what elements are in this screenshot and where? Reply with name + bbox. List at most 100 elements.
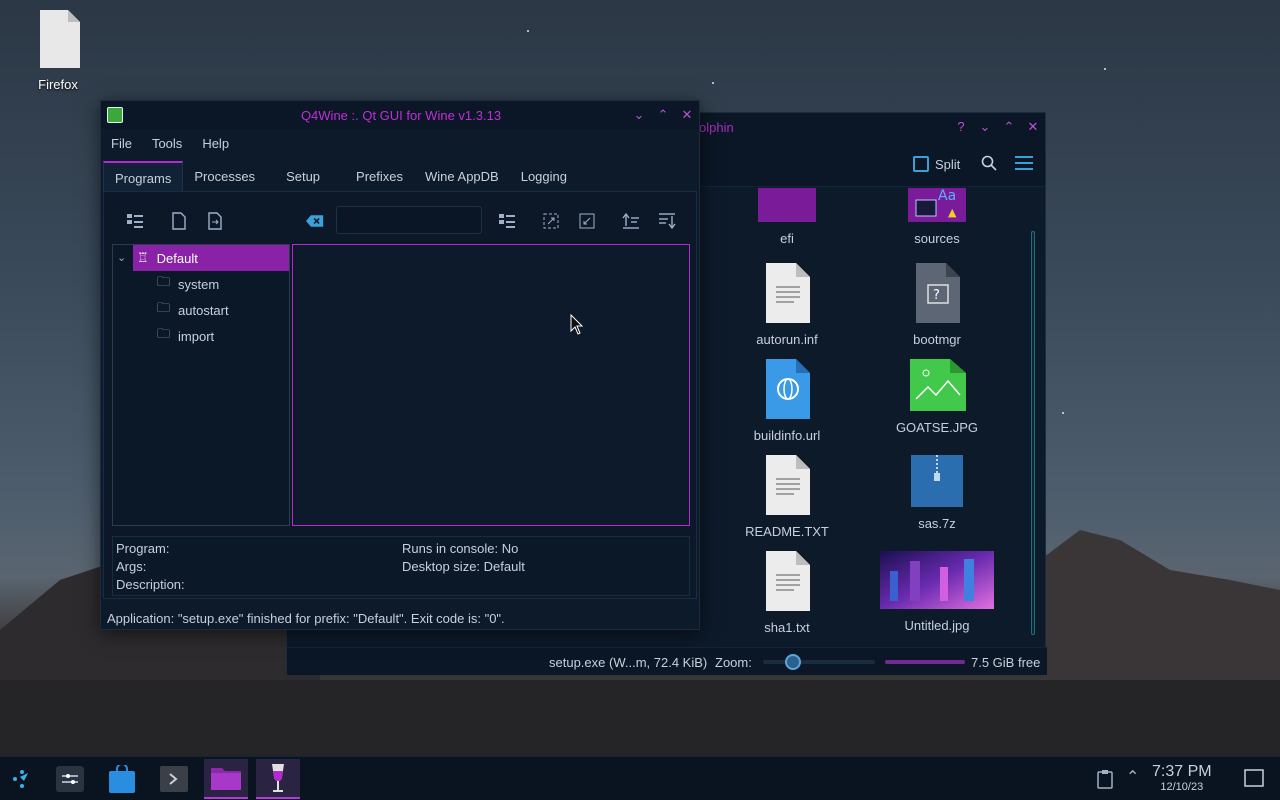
url-file-icon	[766, 359, 810, 419]
dolphin-task-button[interactable]	[204, 759, 248, 799]
new-document-icon[interactable]	[170, 212, 188, 230]
programs-pane: ⌄ ♖ Default 🗀 system 🗀 autostart 🗀 impor…	[103, 191, 697, 599]
file-item[interactable]: autorun.inf	[727, 263, 847, 347]
split-label: Split	[935, 156, 961, 172]
svg-text:?: ?	[933, 288, 940, 303]
folder-icon: 🗀	[157, 274, 171, 289]
tree-item-autostart[interactable]: 🗀 autostart	[157, 297, 229, 323]
archive-file-icon	[911, 455, 963, 507]
close-button[interactable]: ✕	[1025, 119, 1041, 135]
system-settings-button[interactable]	[48, 759, 92, 799]
chevron-up-icon[interactable]: ⌃	[1126, 767, 1139, 787]
tree-item-import[interactable]: 🗀 import	[157, 323, 214, 349]
desktop-icon-firefox[interactable]: Firefox	[28, 10, 88, 92]
tree-label: autostart	[178, 302, 229, 318]
prefix-tree[interactable]: ⌄ ♖ Default 🗀 system 🗀 autostart 🗀 impor…	[112, 244, 290, 526]
minimize-button[interactable]: ⌄	[977, 119, 993, 135]
zoom-label: Zoom:	[715, 655, 752, 670]
tab-processes[interactable]: Processes	[183, 161, 266, 191]
menu-tools[interactable]: Tools	[142, 131, 192, 157]
tree-label: import	[178, 328, 215, 344]
folder-icon	[211, 768, 241, 790]
menu-file[interactable]: File	[101, 131, 142, 157]
clipboard-icon[interactable]	[1096, 769, 1114, 789]
shopping-bag-icon	[109, 765, 135, 793]
q4wine-window[interactable]: Q4Wine :. Qt GUI for Wine v1.3.13 ⌄ ⌃ ✕ …	[100, 100, 700, 630]
clear-filter-icon[interactable]	[306, 212, 324, 230]
help-icon[interactable]: ?	[953, 119, 969, 135]
file-item[interactable]: Aa ▲ sources	[877, 188, 997, 246]
tab-prefixes[interactable]: Prefixes	[340, 161, 414, 191]
file-label: bootmgr	[913, 332, 961, 347]
dolphin-statusbar: setup.exe (W...m, 72.4 KiB) Zoom: 7.5 Gi…	[287, 647, 1047, 675]
close-button[interactable]: ✕	[679, 107, 695, 123]
sort-descending-icon[interactable]	[658, 212, 676, 230]
file-item[interactable]: buildinfo.url	[727, 359, 847, 443]
zoom-in-icon[interactable]	[542, 212, 560, 230]
menu-help[interactable]: Help	[192, 131, 239, 157]
app-launcher-button[interactable]	[0, 759, 44, 799]
file-item[interactable]: Untitled.jpg	[867, 551, 1007, 633]
launcher-icon	[13, 770, 28, 788]
clock[interactable]: 7:37 PM 12/10/23	[1152, 763, 1212, 793]
discover-store-button[interactable]	[100, 759, 144, 799]
maximize-button[interactable]: ⌃	[1001, 119, 1017, 135]
free-space-label: 7.5 GiB free	[971, 655, 1041, 670]
file-label: efi	[780, 231, 794, 246]
file-item[interactable]: ? bootmgr	[877, 263, 997, 347]
file-label: GOATSE.JPG	[895, 420, 979, 435]
tab-wine-appdb[interactable]: Wine AppDB	[414, 161, 510, 191]
minimize-button[interactable]: ⌄	[631, 107, 647, 123]
file-label: README.TXT	[745, 524, 829, 539]
filter-input[interactable]	[336, 206, 482, 234]
show-desktop-icon[interactable]	[1244, 769, 1264, 789]
free-space-fill	[885, 660, 965, 664]
file-item[interactable]: sas.7z	[877, 455, 997, 531]
chevron-down-icon[interactable]: ⌄	[117, 251, 126, 264]
folder-icon: 🗀	[157, 326, 171, 341]
description-label: Description:	[116, 577, 185, 592]
zoom-out-icon[interactable]	[578, 212, 596, 230]
hamburger-menu-icon[interactable]	[1015, 156, 1033, 170]
file-item[interactable]: GOATSE.JPG	[877, 359, 997, 435]
image-file-icon	[910, 359, 966, 411]
file-item[interactable]: README.TXT	[727, 455, 847, 539]
split-button[interactable]: Split	[913, 153, 960, 175]
svg-text:Aa: Aa	[938, 188, 956, 204]
list-view-icon[interactable]	[498, 212, 516, 230]
file-label: autorun.inf	[756, 332, 818, 347]
tab-logging[interactable]: Logging	[510, 161, 578, 191]
file-item[interactable]: efi	[727, 188, 847, 246]
folder-icon	[758, 188, 816, 222]
search-icon[interactable]	[981, 155, 997, 171]
zoom-slider-handle[interactable]	[785, 654, 801, 670]
terminal-button[interactable]	[152, 759, 196, 799]
tab-setup[interactable]: Setup	[266, 161, 340, 191]
q4wine-task-button[interactable]	[256, 759, 300, 799]
taskbar: ⌃ 7:37 PM 12/10/23	[0, 756, 1280, 800]
text-file-icon	[766, 551, 810, 611]
unknown-file-icon: ?	[916, 263, 960, 323]
folder-icon: Aa ▲	[908, 188, 966, 222]
maximize-button[interactable]: ⌃	[655, 107, 671, 123]
export-document-icon[interactable]	[206, 212, 224, 230]
zoom-slider[interactable]	[763, 660, 875, 664]
menubar: File Tools Help	[101, 131, 239, 157]
sort-ascending-icon[interactable]	[622, 212, 640, 230]
tree-item-default[interactable]: ♖ Default	[133, 245, 289, 271]
program-list[interactable]	[292, 244, 690, 526]
image-thumbnail	[880, 551, 994, 609]
tree-view-icon[interactable]	[126, 212, 144, 230]
tree-item-system[interactable]: 🗀 system	[157, 271, 219, 297]
program-info-panel: Program: Args: Description: Runs in cons…	[112, 536, 690, 596]
star	[527, 30, 529, 32]
scrollbar-thumb[interactable]	[1031, 231, 1035, 635]
status-message: Application: "setup.exe" finished for pr…	[107, 611, 505, 626]
selection-info: setup.exe (W...m, 72.4 KiB)	[549, 655, 708, 670]
q4wine-titlebar[interactable]: Q4Wine :. Qt GUI for Wine v1.3.13 ⌄ ⌃ ✕	[101, 101, 699, 129]
clock-time: 7:37 PM	[1152, 763, 1212, 780]
file-label: sha1.txt	[764, 620, 810, 635]
file-item[interactable]: sha1.txt	[727, 551, 847, 635]
mouse-cursor	[570, 314, 584, 335]
tab-programs[interactable]: Programs	[103, 161, 184, 191]
